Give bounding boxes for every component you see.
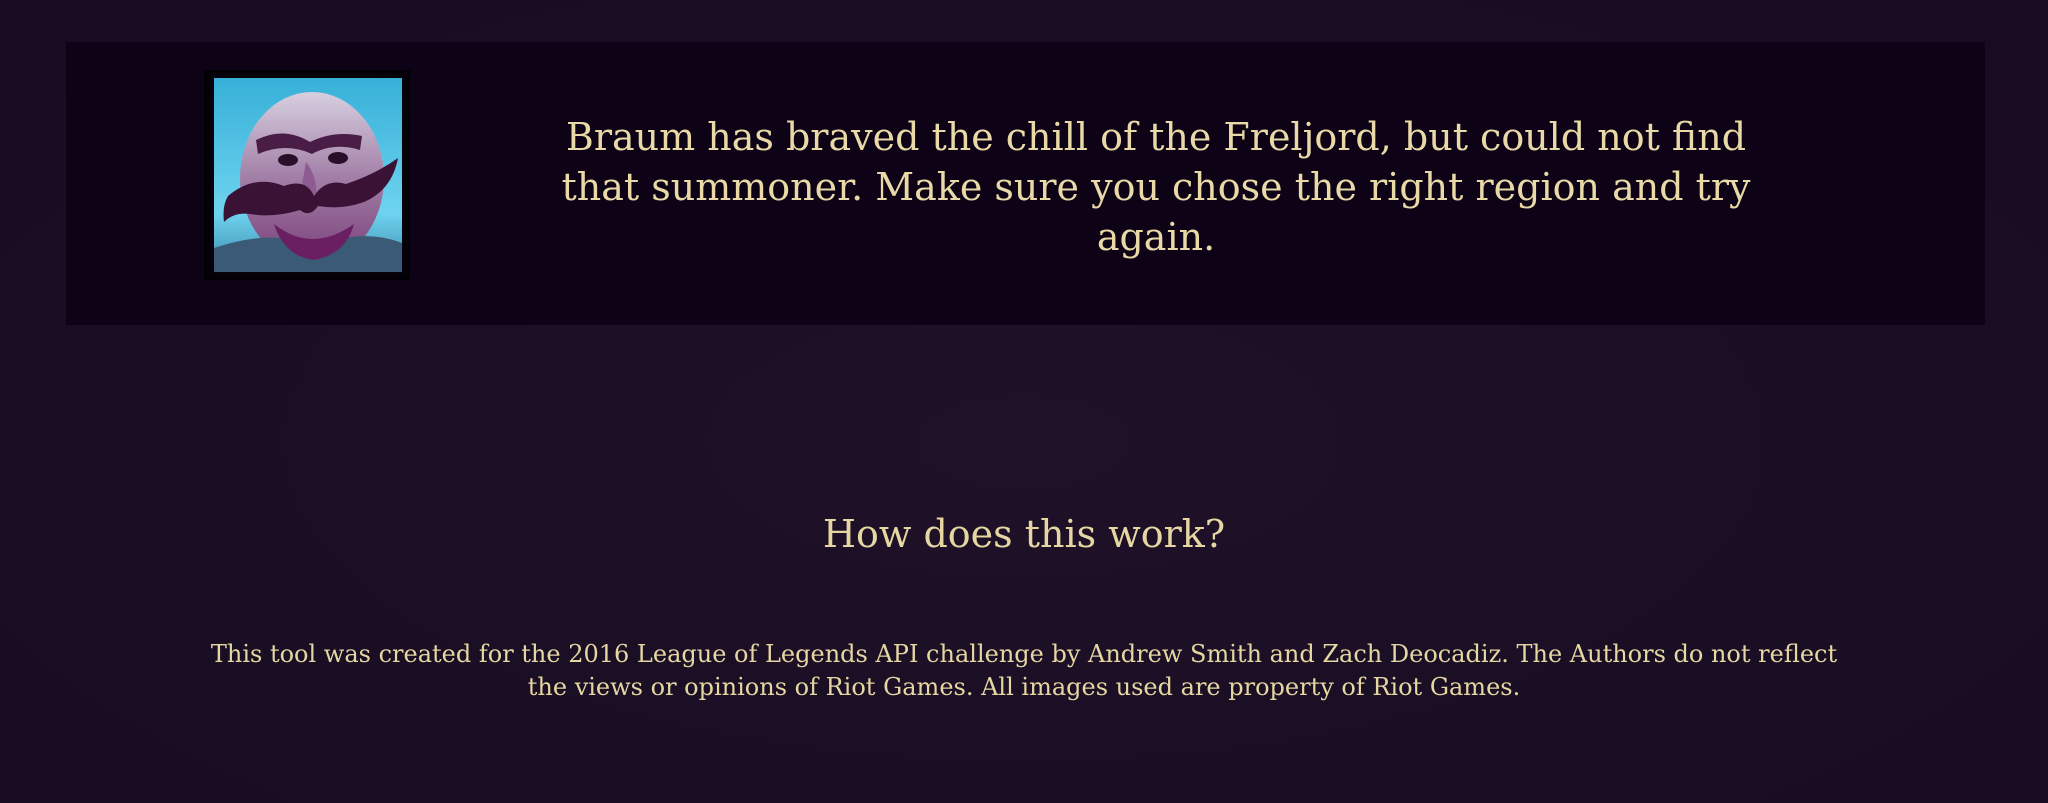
champion-portrait-frame xyxy=(204,70,410,280)
disclaimer-text: This tool was created for the 2016 Leagu… xyxy=(210,640,1838,701)
error-banner: Braum has braved the chill of the Freljo… xyxy=(66,42,1985,325)
braum-portrait-icon xyxy=(214,78,402,272)
error-message: Braum has braved the chill of the Freljo… xyxy=(561,115,1751,259)
champion-portrait xyxy=(214,78,402,272)
faq-heading: How does this work? xyxy=(822,512,1226,556)
